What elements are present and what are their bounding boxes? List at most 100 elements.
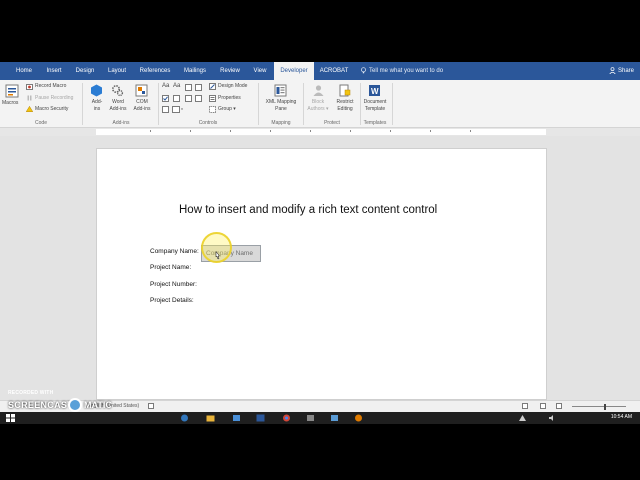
- xml-mapping-pane-button[interactable]: XML Mapping Pane: [262, 99, 300, 113]
- ruler-tick: [470, 130, 471, 132]
- properties-icon[interactable]: [209, 95, 216, 102]
- tab-acrobat[interactable]: ACROBAT: [316, 62, 352, 80]
- xml-label-line2: Pane: [275, 106, 287, 112]
- group-icon[interactable]: [209, 106, 216, 113]
- ruler-tick: [350, 130, 351, 132]
- ruler-tick: [150, 130, 151, 132]
- tab-design[interactable]: Design: [70, 62, 100, 80]
- macros-button[interactable]: Macros: [2, 100, 18, 107]
- plain-text-control-icon[interactable]: Aa: [173, 83, 180, 90]
- separator: [258, 83, 259, 125]
- read-mode-icon[interactable]: [522, 403, 528, 409]
- svg-text:W: W: [371, 87, 379, 96]
- document-page[interactable]: How to insert and modify a rich text con…: [96, 148, 547, 400]
- com-addins-icon[interactable]: [135, 84, 148, 97]
- mouse-pointer-icon: [215, 251, 221, 260]
- store-icon[interactable]: [232, 414, 241, 422]
- document-template-icon[interactable]: W: [368, 84, 381, 97]
- separator: [158, 83, 159, 125]
- mapping-group-label: Mapping: [271, 120, 291, 126]
- rich-text-control-icon[interactable]: Aa: [162, 83, 169, 90]
- properties-button[interactable]: Properties: [218, 95, 241, 102]
- pause-icon: [27, 95, 32, 101]
- com-addins-label-line1: COM: [136, 99, 148, 105]
- letterbox-top: [0, 0, 640, 62]
- file-explorer-icon[interactable]: [206, 414, 215, 422]
- tell-me-text: Tell me what you want to do: [369, 68, 444, 74]
- word-taskbar-icon[interactable]: [256, 414, 265, 422]
- gears-icon[interactable]: [111, 84, 124, 97]
- macros-icon[interactable]: [5, 84, 19, 98]
- checkbox-control-icon[interactable]: [162, 95, 169, 102]
- design-mode-icon[interactable]: [209, 83, 216, 90]
- edge-icon[interactable]: [180, 414, 189, 422]
- word-addins-button[interactable]: Word Add-ins: [107, 99, 129, 113]
- restrict-label-line1: Restrict: [336, 99, 354, 105]
- dropdown-control-icon[interactable]: [185, 95, 192, 102]
- pause-recording-button: Pause Recording: [35, 95, 74, 101]
- company-name-label: Company Name:: [150, 248, 199, 255]
- picture-control-icon[interactable]: [185, 84, 192, 91]
- tab-home[interactable]: Home: [10, 62, 38, 80]
- restrict-label-line2: Editing: [337, 106, 353, 112]
- addins-button[interactable]: Add-ins: [90, 99, 104, 113]
- macro-security-button[interactable]: Macro Security: [35, 106, 68, 113]
- taskbar-clock[interactable]: 10:54 AM: [611, 414, 632, 420]
- restrict-editing-button[interactable]: Restrict Editing: [332, 99, 358, 113]
- macro-record-status-icon[interactable]: [148, 403, 154, 409]
- design-mode-button[interactable]: Design Mode: [218, 83, 247, 90]
- screencast-logo-icon: [68, 398, 82, 412]
- record-macro-button[interactable]: Record Macro: [35, 83, 66, 90]
- addins-group-label: Add-ins: [112, 120, 130, 126]
- separator: [392, 83, 393, 125]
- tab-layout[interactable]: Layout: [102, 62, 132, 80]
- chrome-icon[interactable]: [282, 414, 291, 422]
- template-label-line1: Document: [363, 99, 387, 105]
- project-name-label: Project Name:: [150, 264, 192, 271]
- app-icon[interactable]: [354, 414, 363, 422]
- windows-start-icon[interactable]: [6, 414, 15, 422]
- lightbulb-icon: [361, 67, 366, 74]
- network-icon[interactable]: [518, 414, 527, 422]
- share-button[interactable]: Share: [609, 62, 634, 80]
- tab-insert[interactable]: Insert: [40, 62, 68, 80]
- building-block-control-icon[interactable]: [195, 84, 202, 91]
- document-area: How to insert and modify a rich text con…: [0, 136, 640, 400]
- app-icon[interactable]: [306, 414, 315, 422]
- date-picker-control-icon[interactable]: [195, 95, 202, 102]
- restrict-editing-icon[interactable]: [338, 84, 351, 97]
- tab-mailings[interactable]: Mailings: [178, 62, 212, 80]
- combo-box-control-icon[interactable]: [173, 95, 180, 102]
- templates-group-label: Templates: [363, 120, 387, 126]
- developer-ribbon: Macros Record Macro Pause Recording Macr…: [0, 80, 640, 128]
- addins-icon[interactable]: [90, 84, 103, 97]
- tab-developer[interactable]: Developer: [274, 62, 314, 80]
- ruler-tick: [390, 130, 391, 132]
- web-layout-icon[interactable]: [556, 403, 562, 409]
- block-authors-icon: [313, 85, 324, 96]
- tab-references[interactable]: References: [134, 62, 176, 80]
- ruler-tick: [310, 130, 311, 132]
- document-template-button[interactable]: Document Template: [360, 99, 390, 113]
- tell-me-box[interactable]: Tell me what you want to do: [360, 62, 443, 80]
- tab-view[interactable]: View: [248, 62, 272, 80]
- tab-review[interactable]: Review: [214, 62, 246, 80]
- volume-icon[interactable]: [548, 414, 557, 422]
- print-layout-icon[interactable]: [540, 403, 546, 409]
- block-authors-button: Block Authors ▾: [307, 99, 329, 112]
- zoom-slider[interactable]: [572, 406, 626, 407]
- record-macro-icon[interactable]: [26, 84, 33, 90]
- warning-icon[interactable]: [26, 106, 33, 112]
- com-addins-button[interactable]: COM Add-ins: [131, 99, 153, 113]
- app-icon[interactable]: [330, 414, 339, 422]
- group-button[interactable]: Group ▾: [218, 106, 236, 113]
- xml-label-line1: XML Mapping: [265, 99, 297, 105]
- zoom-slider-thumb[interactable]: [604, 404, 606, 410]
- repeating-section-icon[interactable]: [162, 106, 169, 113]
- controls-group-label: Controls: [198, 120, 218, 126]
- addins-label-line1: Add-: [91, 99, 103, 105]
- ruler-body: [96, 129, 546, 135]
- xml-mapping-icon[interactable]: [274, 84, 287, 97]
- legacy-tools-icon[interactable]: [172, 106, 184, 113]
- ruler-tick: [430, 130, 431, 132]
